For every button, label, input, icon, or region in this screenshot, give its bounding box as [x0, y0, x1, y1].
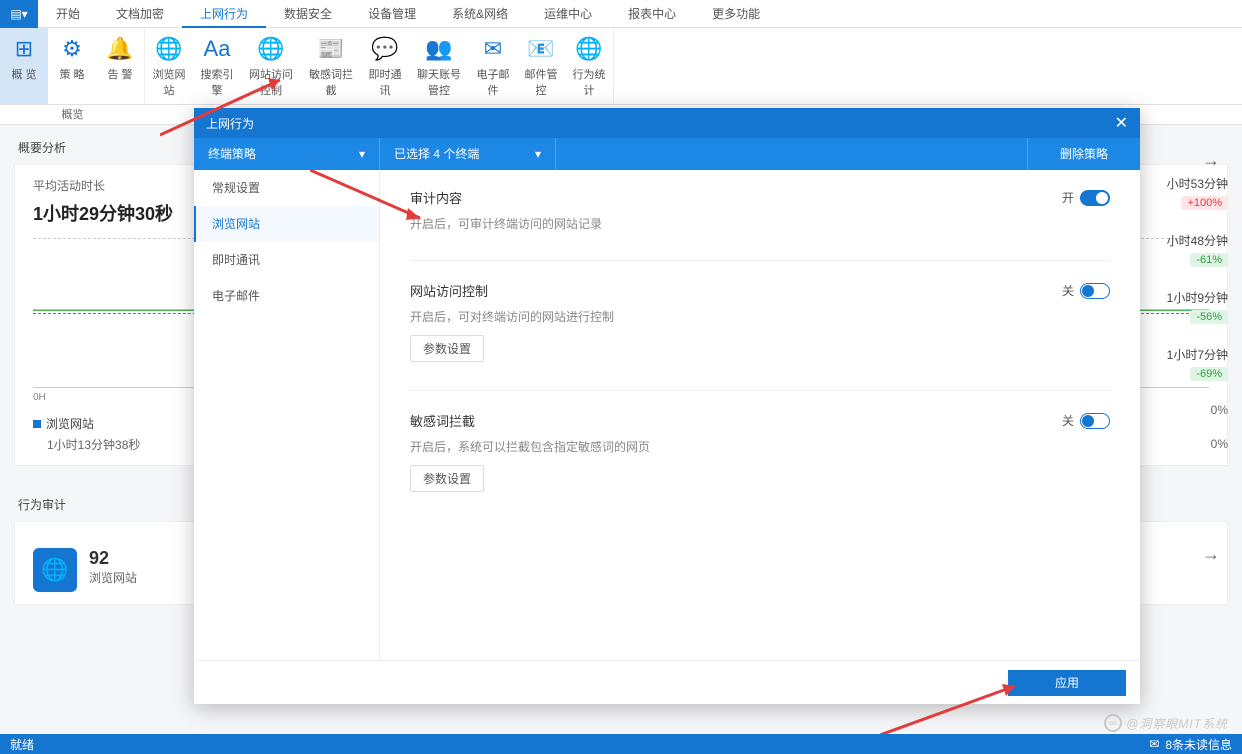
setting-block-2: 敏感词拦截 关开启后，系统可以拦截包含指定敏感词的网页参数设置 — [410, 411, 1110, 492]
top-tab-bar: ▤▾ 开始 文档加密 上网行为 数据安全 设备管理 系统&网络 运维中心 报表中… — [0, 0, 1242, 28]
sidenav-item-0[interactable]: 常规设置 — [194, 170, 379, 206]
legend-label: 浏览网站 — [46, 417, 94, 431]
setting-desc: 开启后，系统可以拦截包含指定敏感词的网页 — [410, 438, 1110, 455]
tab-data-security[interactable]: 数据安全 — [266, 0, 350, 28]
search-engine-icon: Aa — [196, 34, 238, 64]
right-percent: 0% — [1146, 437, 1228, 451]
param-settings-button[interactable]: 参数设置 — [410, 465, 484, 492]
section-audit: 行为审计 — [18, 496, 66, 513]
toggle-state-label: 关 — [1062, 282, 1074, 299]
sidenav-item-3[interactable]: 电子邮件 — [194, 278, 379, 314]
toggle-switch[interactable] — [1080, 413, 1110, 429]
toggle-switch[interactable] — [1080, 190, 1110, 206]
im-icon: 💬 — [364, 34, 406, 64]
keyword-block-icon: 📰 — [304, 34, 358, 64]
status-bar: 就绪 ✉ 8条未读信息 — [0, 734, 1242, 754]
alert-icon: 🔔 — [99, 34, 141, 64]
chevron-down-icon: ▾ — [535, 138, 541, 170]
arrow-right-icon[interactable]: → — [1202, 544, 1220, 565]
ribbon-chat-acct[interactable]: 👥聊天账号管控 — [409, 28, 469, 104]
right-stat: 小时53分钟+100% — [1146, 175, 1228, 210]
sidenav-item-1[interactable]: 浏览网站 — [194, 206, 379, 242]
ribbon-overview[interactable]: ⊞概 览 — [0, 28, 48, 104]
filter-terminals[interactable]: 已选择 4 个终端▾ — [380, 138, 556, 170]
setting-block-0: 审计内容 开开启后，可审计终端访问的网站记录 — [410, 188, 1110, 232]
tab-more[interactable]: 更多功能 — [694, 0, 778, 28]
ribbon: ⊞概 览⚙策 略🔔告 警 🌐浏览网站Aa搜索引擎🌐网站访问控制📰敏感词拦截💬即时… — [0, 28, 1242, 105]
tab-start[interactable]: 开始 — [38, 0, 98, 28]
setting-desc: 开启后，可对终端访问的网站进行控制 — [410, 308, 1110, 325]
modal-title: 上网行为 — [206, 115, 254, 132]
setting-desc: 开启后，可审计终端访问的网站记录 — [410, 215, 1110, 232]
email-icon: ✉ — [472, 34, 514, 64]
overview-icon: ⊞ — [3, 34, 45, 64]
modal-filter-bar: 终端策略▾ 已选择 4 个终端▾ 删除策略 — [194, 138, 1140, 170]
ribbon-site-access[interactable]: 🌐网站访问控制 — [241, 28, 301, 104]
app-menu-button[interactable]: ▤▾ — [0, 0, 38, 28]
section-summary: 概要分析 — [18, 139, 66, 156]
ribbon-behavior-stats[interactable]: 🌐行为统计 — [565, 28, 613, 104]
delete-policy-button[interactable]: 删除策略 — [1028, 138, 1140, 170]
ribbon-alert[interactable]: 🔔告 警 — [96, 28, 144, 104]
setting-title: 审计内容 — [410, 188, 462, 207]
tab-system-network[interactable]: 系统&网络 — [434, 0, 526, 28]
legend-color-icon — [33, 420, 41, 428]
watermark: ∞@洞察眼MIT系统 — [1104, 714, 1228, 732]
right-percent: 0% — [1146, 403, 1228, 417]
globe-icon: 🌐 — [33, 548, 77, 592]
ribbon-browse[interactable]: 🌐浏览网站 — [145, 28, 193, 104]
behavior-stats-icon: 🌐 — [568, 34, 610, 64]
browse-icon: 🌐 — [148, 34, 190, 64]
arrow-right-icon[interactable]: → — [1202, 150, 1220, 171]
right-stat: 1小时7分钟-69% — [1146, 346, 1228, 381]
modal-titlebar: 上网行为 ✕ — [194, 108, 1140, 138]
right-stat: 1小时9分钟-56% — [1146, 289, 1228, 324]
site-access-icon: 🌐 — [244, 34, 298, 64]
card-label: 浏览网站 — [89, 569, 137, 586]
close-icon[interactable]: ✕ — [1115, 113, 1128, 133]
tab-online-behavior[interactable]: 上网行为 — [182, 0, 266, 28]
mail-control-icon: 📧 — [520, 34, 562, 64]
setting-title: 网站访问控制 — [410, 281, 488, 300]
ribbon-im[interactable]: 💬即时通讯 — [361, 28, 409, 104]
param-settings-button[interactable]: 参数设置 — [410, 335, 484, 362]
card-count: 92 — [89, 548, 137, 569]
ribbon-mail-control[interactable]: 📧邮件管控 — [517, 28, 565, 104]
setting-title: 敏感词拦截 — [410, 411, 475, 430]
ribbon-email[interactable]: ✉电子邮件 — [469, 28, 517, 104]
tab-ops-center[interactable]: 运维中心 — [526, 0, 610, 28]
chat-acct-icon: 👥 — [412, 34, 466, 64]
tab-doc-encrypt[interactable]: 文档加密 — [98, 0, 182, 28]
filter-policy-type[interactable]: 终端策略▾ — [194, 138, 380, 170]
ribbon-policy[interactable]: ⚙策 略 — [48, 28, 96, 104]
sidenav-item-2[interactable]: 即时通讯 — [194, 242, 379, 278]
apply-button[interactable]: 应用 — [1008, 670, 1126, 696]
tab-device-mgmt[interactable]: 设备管理 — [350, 0, 434, 28]
right-stat: 小时48分钟-61% — [1146, 232, 1228, 267]
ribbon-keyword-block[interactable]: 📰敏感词拦截 — [301, 28, 361, 104]
status-text: 就绪 — [10, 736, 34, 753]
setting-block-1: 网站访问控制 关开启后，可对终端访问的网站进行控制参数设置 — [410, 281, 1110, 362]
policy-icon: ⚙ — [51, 34, 93, 64]
mail-icon[interactable]: ✉ — [1149, 737, 1159, 751]
chevron-down-icon: ▾ — [359, 138, 365, 170]
unread-count[interactable]: 8条未读信息 — [1165, 736, 1232, 753]
toggle-state-label: 关 — [1062, 412, 1074, 429]
toggle-switch[interactable] — [1080, 283, 1110, 299]
ribbon-search-engine[interactable]: Aa搜索引擎 — [193, 28, 241, 104]
tab-report-center[interactable]: 报表中心 — [610, 0, 694, 28]
policy-modal: 上网行为 ✕ 终端策略▾ 已选择 4 个终端▾ 删除策略 常规设置浏览网站即时通… — [194, 108, 1140, 704]
toggle-state-label: 开 — [1062, 189, 1074, 206]
